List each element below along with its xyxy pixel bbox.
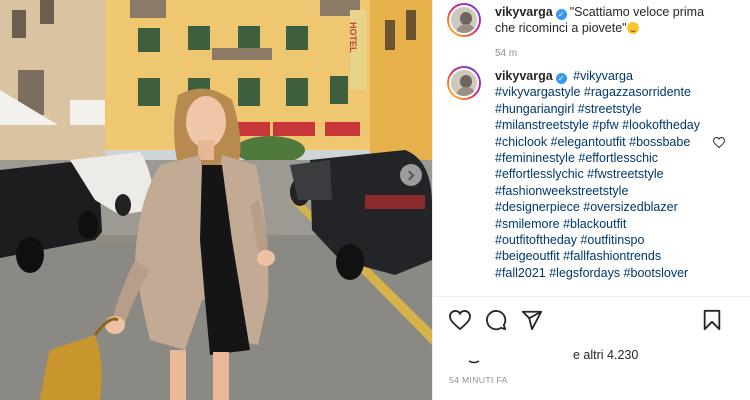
caption-username[interactable]: vikyvarga [495,5,553,19]
comment-like-heart-icon[interactable] [712,136,726,151]
like-button[interactable] [447,307,473,333]
comment-username[interactable]: vikyvarga [495,69,553,83]
likes-count[interactable]: e altri 4.230 [573,348,638,362]
comment-button[interactable] [483,307,509,333]
verified-badge-icon: ✓ [555,73,567,84]
post-details-panel: vikyvarga ✓ "Scattiamo veloce prima che ri… [432,0,750,400]
photo-scene: HOTEL [0,0,432,400]
caption-time[interactable]: 54 m [495,48,517,59]
posted-time[interactable]: 54 MINUTI FA [449,375,508,385]
bookmark-icon [703,309,721,331]
share-button[interactable] [519,307,545,333]
liked-by-avatars[interactable] [449,350,569,364]
action-bar [433,296,750,346]
heart-icon [449,310,471,330]
comments-list[interactable]: vikyvarga ✓ #vikyvarga #vikyvargastyle #r… [433,60,750,295]
comment-icon [486,310,507,331]
hashtags-text[interactable]: #vikyvargastyle #ragazzasorridente #hung… [495,85,700,279]
hashtag-first[interactable]: #vikyvarga [573,69,633,83]
hotel-sign-text: HOTEL [348,22,358,53]
hashtags-comment: vikyvarga ✓ #vikyvarga #vikyvargastyle #r… [495,68,705,281]
smiling-emoji-icon [626,22,639,35]
chevron-right-icon [404,170,415,180]
post-photo[interactable]: HOTEL [0,0,432,400]
caption: vikyvarga ✓ "Scattiamo veloce prima che ri… [495,4,705,37]
save-button[interactable] [699,307,725,333]
verified-badge-icon: ✓ [555,9,567,20]
paper-plane-icon [521,310,543,331]
next-photo-button[interactable] [400,164,422,186]
author-avatar[interactable] [447,3,481,37]
comment-author-avatar[interactable] [447,66,481,100]
